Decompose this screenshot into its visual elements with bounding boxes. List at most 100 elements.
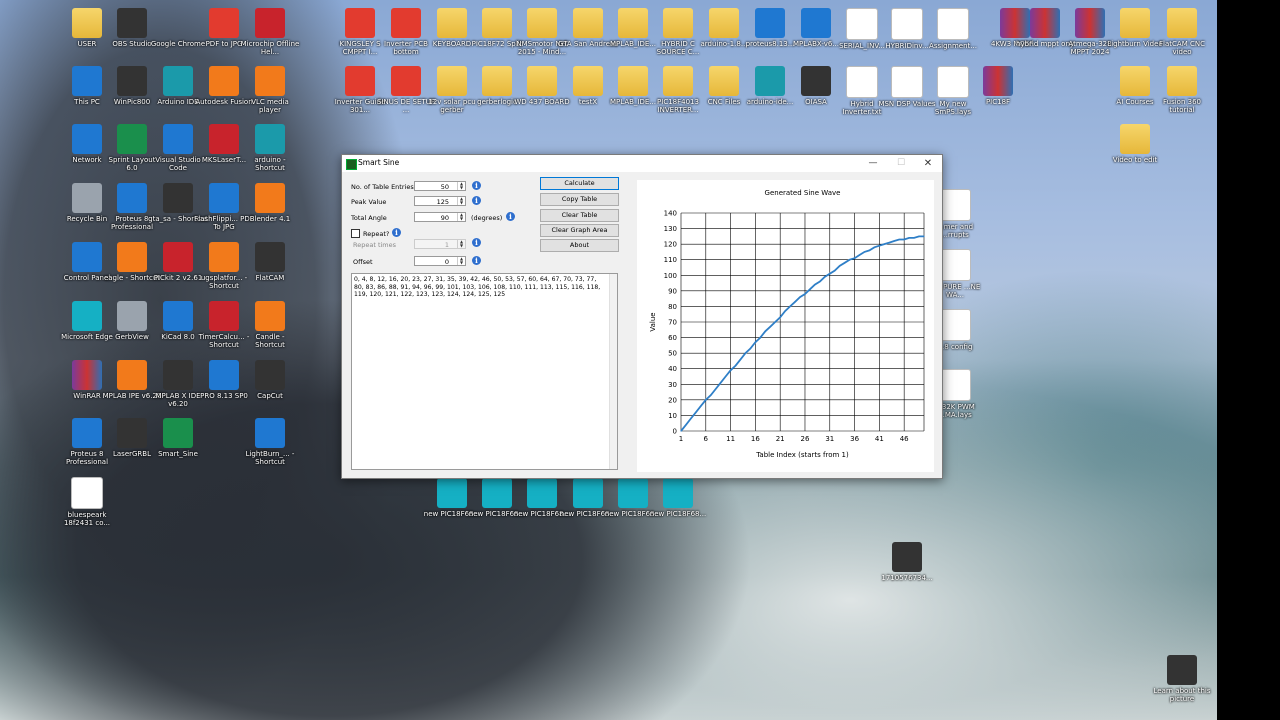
sine-chart: Generated Sine Wave 0 10 20 30 40 50 60 70 80 90 10…	[649, 189, 925, 459]
minimize-button[interactable]: —	[859, 155, 887, 172]
desktop-icon[interactable]: LightBurn_... - Shortcut	[240, 414, 300, 494]
blue-icon	[755, 8, 785, 38]
peak-spinner[interactable]: ▲ ▼	[457, 197, 465, 205]
entries-label: No. of Table Entries	[351, 183, 414, 191]
blue-icon	[209, 360, 239, 390]
repeat-times-spinner: ▲ ▼	[457, 240, 465, 248]
data-point	[824, 276, 826, 278]
close-button[interactable]: ✕	[914, 155, 942, 172]
maximize-button[interactable]: ☐	[887, 155, 915, 172]
window-title: Smart Sine	[358, 158, 400, 167]
desktop-icon-label: FlatCAM CNC video	[1159, 40, 1205, 56]
data-point	[858, 254, 861, 256]
y-tick-label: 0	[673, 428, 677, 436]
x-tick-label: 11	[726, 435, 735, 443]
desktop-icon[interactable]: bluespeark 18f2431 co...	[57, 473, 117, 553]
repeat-times-info-icon[interactable]: i	[472, 238, 481, 247]
folder-icon	[709, 66, 739, 96]
gray-icon	[72, 183, 102, 213]
y-tick-label: 60	[668, 334, 677, 342]
orange-icon	[209, 66, 239, 96]
repeat-times-label: Repeat times	[353, 241, 397, 249]
data-point	[923, 235, 925, 237]
x-tick-label: 31	[825, 435, 834, 443]
entries-spinner[interactable]: ▲ ▼	[457, 182, 465, 190]
data-point	[794, 301, 796, 303]
pdf-icon	[391, 8, 421, 38]
data-point	[903, 238, 905, 241]
folder-icon	[482, 8, 512, 38]
angle-info-icon[interactable]: i	[506, 212, 515, 221]
y-axis-label: Value	[649, 312, 657, 331]
data-point	[888, 241, 890, 244]
entries-info-icon[interactable]: i	[472, 181, 481, 190]
folder-icon	[1120, 66, 1150, 96]
about-button[interactable]: About	[540, 239, 619, 252]
rar-icon	[72, 360, 102, 390]
peak-info-icon[interactable]: i	[472, 196, 481, 205]
output-scrollbar[interactable]	[609, 274, 617, 469]
red-icon	[163, 242, 193, 272]
y-tick-label: 40	[668, 365, 677, 373]
repeat-times-value: 1	[444, 241, 449, 249]
folder-icon	[1120, 8, 1150, 38]
file-icon	[618, 478, 648, 508]
data-point	[878, 245, 880, 247]
data-point	[789, 305, 791, 308]
desktop-icon[interactable]: Video to edit	[1105, 120, 1165, 200]
y-tick-label: 70	[668, 319, 677, 327]
desktop-icon[interactable]: Learn about this picture	[1152, 651, 1212, 720]
video-file-icon	[892, 542, 922, 572]
y-tick-label: 120	[664, 241, 677, 249]
angle-input[interactable]: 90 ▲ ▼	[414, 212, 466, 222]
data-point	[700, 405, 702, 407]
data-point	[725, 375, 727, 378]
repeat-checkbox[interactable]	[351, 229, 360, 238]
round-icon	[163, 8, 193, 38]
y-tick-label: 130	[664, 225, 677, 233]
blue-icon	[72, 124, 102, 154]
desktop-icon[interactable]: PIC18F	[968, 62, 1028, 142]
data-point	[715, 388, 717, 390]
copy-table-button[interactable]: Copy Table	[540, 193, 619, 206]
desktop-icon-label: 1710576734...	[881, 574, 933, 582]
data-point	[759, 336, 761, 339]
doc-icon	[937, 8, 969, 40]
angle-value: 90	[440, 214, 449, 222]
desktop-icon[interactable]: new PIC18F68...	[648, 474, 708, 554]
desktop-icon-label: Learn about this picture	[1153, 687, 1211, 703]
offset-info-icon[interactable]: i	[472, 256, 481, 265]
table-output-textarea[interactable]: 0, 4, 8, 12, 16, 20, 23, 27, 31, 35, 39,…	[351, 273, 618, 470]
window-titlebar[interactable]: Smart Sine — ☐ ✕	[342, 155, 942, 172]
folder-icon	[527, 66, 557, 96]
offset-spinner[interactable]: ▲ ▼	[457, 257, 465, 265]
data-point	[918, 235, 920, 237]
desktop-icon[interactable]: 1710576734...	[877, 538, 937, 618]
desktop-icon[interactable]: Smart_Sine	[148, 414, 208, 494]
folder-icon	[709, 8, 739, 38]
pdf-icon	[345, 66, 375, 96]
data-point	[754, 341, 756, 343]
smart-sine-window: Smart Sine — ☐ ✕ No. of Table Entries 50…	[341, 154, 943, 479]
entries-input[interactable]: 50 ▲ ▼	[414, 181, 466, 191]
calculate-button[interactable]: Calculate	[540, 177, 619, 190]
orange-icon	[255, 301, 285, 331]
folder-icon	[1167, 8, 1197, 38]
data-point	[908, 237, 910, 239]
data-point	[804, 293, 806, 295]
desktop-icon-label: Microchip Offline Hel...	[240, 40, 300, 56]
offset-input[interactable]: 0 ▲ ▼	[414, 256, 466, 266]
x-tick-label: 46	[900, 435, 909, 443]
peak-input[interactable]: 125 ▲ ▼	[414, 196, 466, 206]
repeat-info-icon[interactable]: i	[392, 228, 401, 237]
data-point	[873, 246, 876, 248]
y-tick-label: 80	[668, 303, 677, 311]
data-point	[913, 237, 915, 239]
angle-spinner[interactable]: ▲ ▼	[457, 213, 465, 221]
teal-icon	[255, 124, 285, 154]
clear-graph-button[interactable]: Clear Graph Area	[540, 224, 619, 237]
desktop-icon-label: Blender 4.1	[249, 215, 291, 223]
folder-icon	[437, 8, 467, 38]
clear-table-button[interactable]: Clear Table	[540, 209, 619, 222]
chart-panel: Generated Sine Wave 0 10 20 30 40 50 60 70 80 90 10…	[637, 180, 934, 472]
